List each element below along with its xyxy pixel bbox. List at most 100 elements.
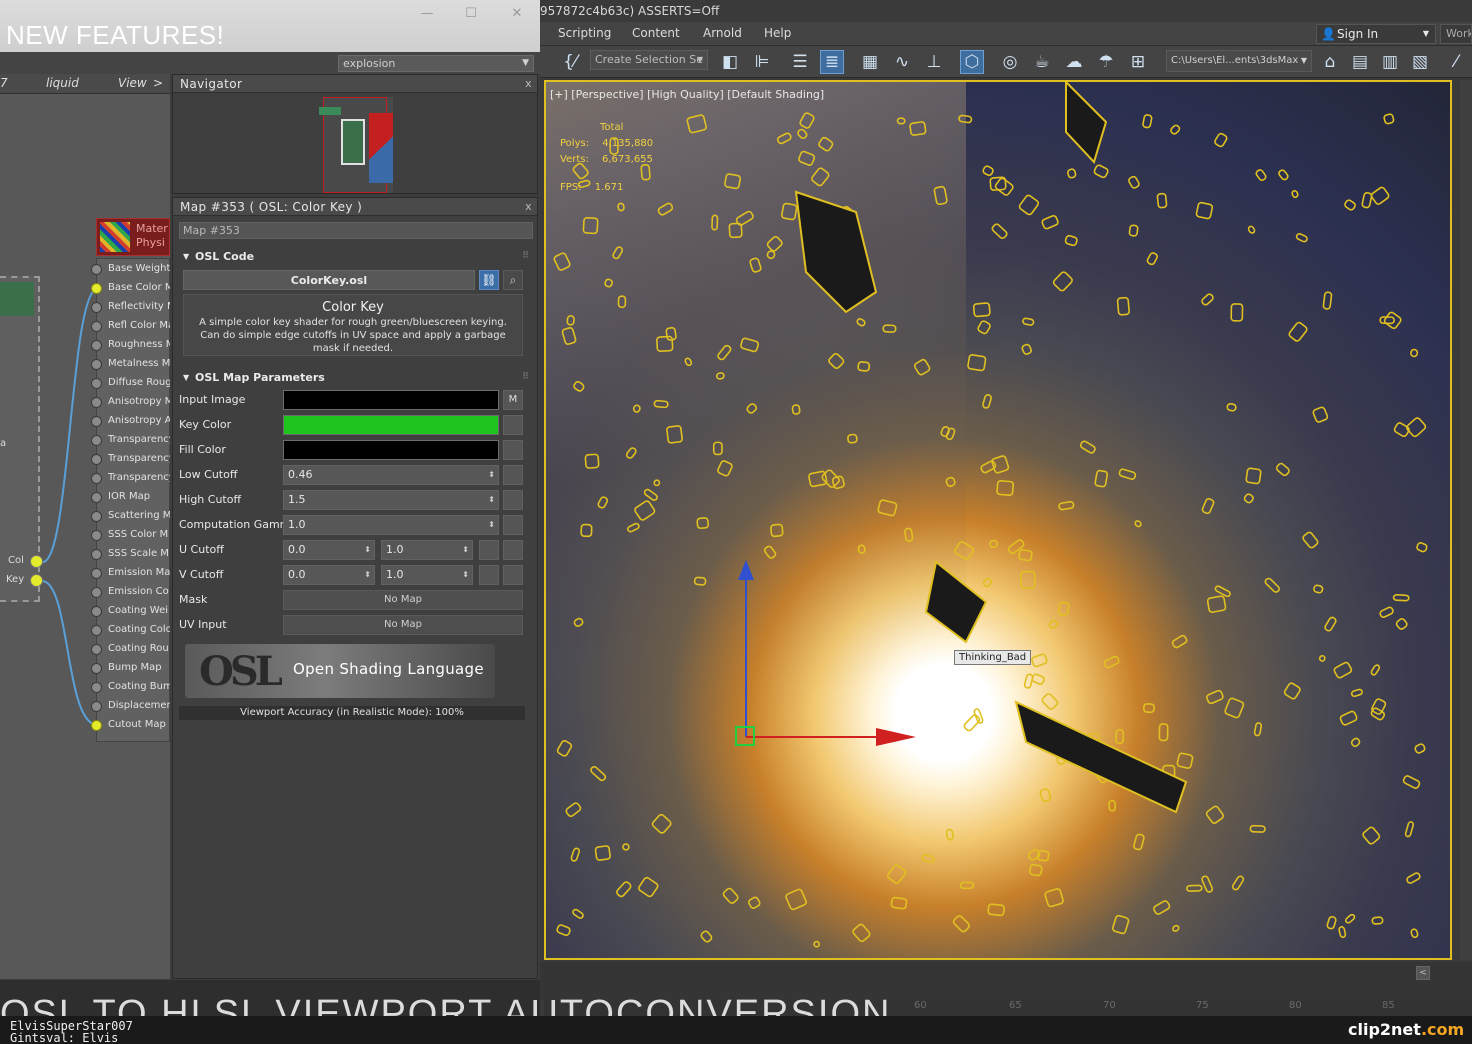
close-icon[interactable]: x (525, 198, 532, 216)
mirror-icon[interactable]: ◧ (718, 50, 742, 74)
toggle-ribbon-icon[interactable]: ▦ (858, 50, 882, 74)
menu-content[interactable]: Content (632, 26, 680, 40)
u-cutoff-max-spinner[interactable]: 1.0 ⬍ (381, 540, 473, 560)
map-button[interactable]: M (503, 390, 523, 410)
input-socket-icon[interactable] (91, 454, 102, 465)
gizmo-z-arrow-icon[interactable] (738, 560, 754, 580)
input-socket-icon[interactable] (91, 492, 102, 503)
spinner-arrows-icon[interactable]: ⬍ (488, 516, 495, 534)
material-slot[interactable]: SSS Scale M (90, 545, 170, 564)
material-slot[interactable]: Emission Co (90, 583, 170, 602)
input-socket-icon[interactable] (91, 587, 102, 598)
viewport-label[interactable]: [+] [Perspective] [High Quality] [Defaul… (550, 88, 824, 101)
rendered-frame-window-icon[interactable]: ☁ (1062, 50, 1086, 74)
input-socket-icon[interactable] (91, 340, 102, 351)
input-image-swatch[interactable] (283, 390, 499, 410)
transform-gizmo[interactable] (686, 552, 926, 752)
input-socket-icon[interactable] (91, 302, 102, 313)
output-socket-icon[interactable] (30, 574, 43, 587)
material-slot[interactable]: Transparency (90, 450, 170, 469)
material-slot[interactable]: Displacemen (90, 697, 170, 716)
input-socket-icon[interactable] (91, 663, 102, 674)
view-dropdown[interactable]: explosion ▼ (338, 55, 534, 72)
input-socket-icon[interactable] (91, 473, 102, 484)
workspace-dropdown[interactable]: Work (1440, 24, 1472, 44)
spinner-arrows-icon[interactable]: ⬍ (364, 541, 371, 559)
map-button-empty[interactable] (479, 565, 499, 585)
spinner-arrows-icon[interactable]: ⬍ (488, 491, 495, 509)
material-slot[interactable]: Base Color M (90, 279, 170, 298)
schematic-view-icon[interactable]: ⬡ (960, 50, 984, 74)
input-socket-icon[interactable] (91, 625, 102, 636)
high-cutoff-spinner[interactable]: 1.5 ⬍ (283, 490, 499, 510)
spinner-arrows-icon[interactable]: ⬍ (488, 466, 495, 484)
close-icon[interactable]: x (525, 75, 532, 93)
perspective-viewport[interactable]: [+] [Perspective] [High Quality] [Defaul… (544, 80, 1452, 960)
input-socket-icon[interactable] (91, 644, 102, 655)
input-socket-icon[interactable] (91, 606, 102, 617)
osl-map-params-rollout[interactable]: ▼ OSL Map Parameters ⠿ (177, 369, 533, 386)
material-slot[interactable]: Anisotropy M (90, 393, 170, 412)
material-slot[interactable]: Coating Bum (90, 678, 170, 697)
map-button-empty[interactable] (503, 415, 523, 435)
tab-view[interactable]: View (118, 76, 147, 90)
map-button-empty[interactable] (503, 465, 523, 485)
input-socket-icon[interactable] (91, 435, 102, 446)
material-slot[interactable]: Scattering M (90, 507, 170, 526)
map-button-empty[interactable] (503, 515, 523, 535)
spinner-arrows-icon[interactable]: ⬍ (462, 541, 469, 559)
gizmo-x-arrow-icon[interactable] (876, 728, 916, 746)
input-socket-icon[interactable] (91, 264, 102, 275)
input-socket-icon[interactable] (91, 530, 102, 541)
material-slot[interactable]: Coating Colo (90, 621, 170, 640)
uv-input-map-button[interactable]: No Map (283, 615, 523, 635)
material-slot[interactable]: SSS Color M (90, 526, 170, 545)
tab-liquid[interactable]: liquid (46, 76, 79, 90)
material-slot[interactable]: Base Weight (90, 260, 170, 279)
input-socket-icon[interactable] (91, 568, 102, 579)
input-socket-icon[interactable] (91, 416, 102, 427)
material-slot[interactable]: Bump Map (90, 659, 170, 678)
osl-code-rollout[interactable]: ▼ OSL Code ⠿ (177, 248, 533, 265)
material-slot[interactable]: Emission Ma (90, 564, 170, 583)
timeline-scroll-left-icon[interactable]: < (1416, 966, 1430, 980)
material-slot[interactable]: Transparency (90, 431, 170, 450)
input-socket-icon[interactable] (91, 682, 102, 693)
menu-arnold[interactable]: Arnold (703, 26, 742, 40)
scene-explorer-icon[interactable]: ☰ (788, 50, 812, 74)
v-cutoff-min-spinner[interactable]: 0.0 ⬍ (283, 565, 375, 585)
align-icon[interactable]: ⊫ (750, 50, 774, 74)
material-slot[interactable]: IOR Map (90, 488, 170, 507)
selection-set-dropdown[interactable]: Create Selection Se ▼ (590, 50, 708, 70)
input-socket-icon[interactable] (91, 378, 102, 389)
input-socket-icon[interactable] (91, 511, 102, 522)
close-button[interactable]: ✕ (506, 6, 528, 22)
map-button-empty[interactable] (503, 540, 523, 560)
input-socket-icon[interactable] (91, 321, 102, 332)
spinner-arrows-icon[interactable]: ⬍ (462, 566, 469, 584)
layer-explorer-icon[interactable]: ≣ (820, 50, 844, 74)
material-editor-icon[interactable]: ◎ (998, 50, 1022, 74)
input-socket-icon[interactable] (91, 397, 102, 408)
layout-alt-icon[interactable]: ▥ (1378, 50, 1402, 74)
material-slot[interactable]: Coating Rou (90, 640, 170, 659)
input-socket-icon[interactable] (91, 701, 102, 712)
input-socket-icon[interactable] (91, 549, 102, 560)
map-button-empty[interactable] (503, 440, 523, 460)
layout-alt2-icon[interactable]: ▧ (1408, 50, 1432, 74)
material-slot[interactable]: Roughness M (90, 336, 170, 355)
navigator-preview[interactable] (319, 97, 393, 193)
input-socket-icon[interactable] (91, 359, 102, 370)
link-icon[interactable]: ⛓ (479, 270, 499, 290)
material-slot[interactable]: Coating Wei (90, 602, 170, 621)
layout-icon[interactable]: ▤ (1348, 50, 1372, 74)
v-cutoff-max-spinner[interactable]: 1.0 ⬍ (381, 565, 473, 585)
render-production-icon[interactable]: ☂ (1094, 50, 1118, 74)
project-path-dropdown[interactable]: C:\Users\El...ents\3dsMax ▼ (1166, 50, 1312, 72)
maximize-button[interactable]: ☐ (460, 6, 482, 22)
osl-file-button[interactable]: ColorKey.osl (183, 270, 475, 290)
render-in-cloud-icon[interactable]: ⊞ (1126, 50, 1150, 74)
output-socket-icon[interactable] (30, 555, 43, 568)
curve-editor-icon[interactable]: ∿ (890, 50, 914, 74)
material-slot[interactable]: Refl Color Ma (90, 317, 170, 336)
